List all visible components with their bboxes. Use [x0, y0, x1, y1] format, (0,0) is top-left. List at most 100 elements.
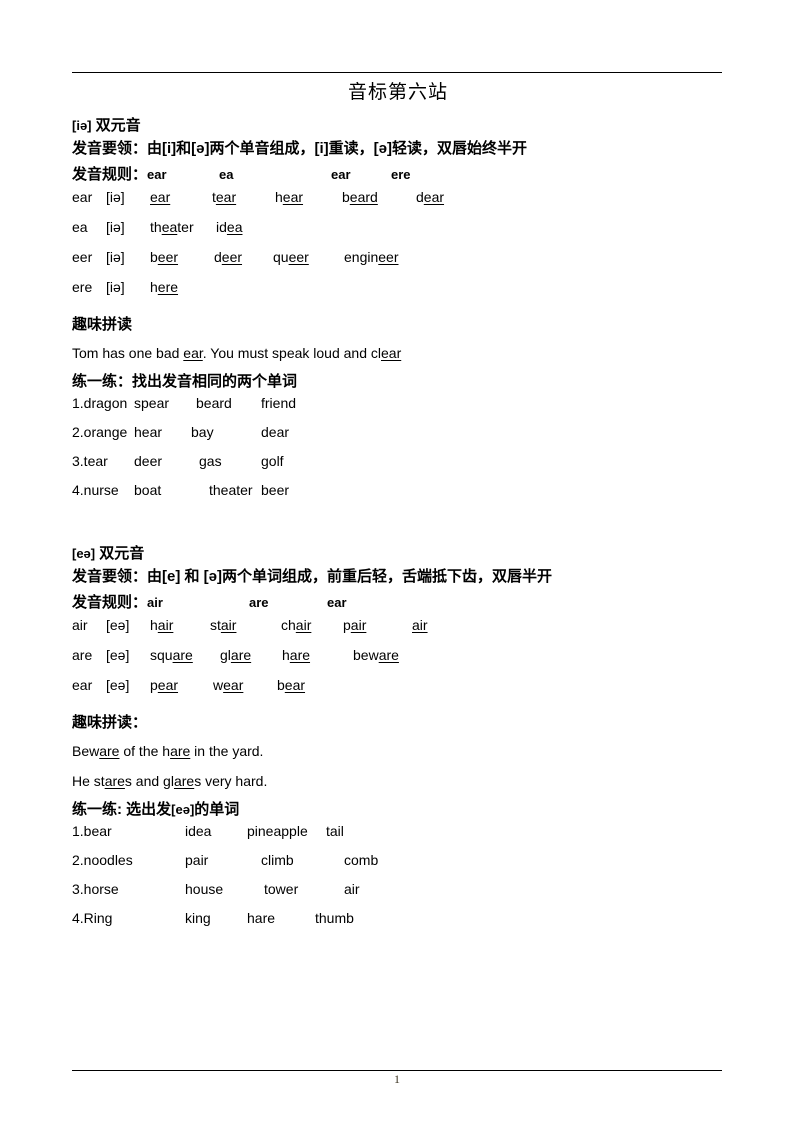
page-title: 音标第六站 [347, 82, 448, 103]
practice-option: air [344, 880, 360, 897]
practice-option: idea [185, 822, 212, 839]
vocab-word: bear [277, 676, 306, 693]
vocab-word: idea [216, 218, 243, 235]
key-points-text: 由[e] 和 [ə]两个单词组成，前重后轻，舌端抵下齿，双唇半开 [147, 567, 553, 585]
practice-option: dear [261, 423, 290, 440]
practice-option: house [185, 880, 224, 897]
fun-text: Beware of the hare in the yard. [72, 742, 264, 759]
practice-option: 3.tear [72, 452, 108, 469]
practice-option: beer [261, 481, 290, 498]
practice-option: climb [261, 851, 294, 868]
fun-text: He stares and glares very hard. [72, 772, 268, 789]
rule-column: ea [219, 167, 234, 183]
practice-option: tower [264, 880, 299, 897]
practice-option: deer [134, 452, 163, 469]
vocab-word: pair [343, 616, 367, 633]
practice-option: theater [209, 481, 253, 498]
vocab-word: beer [150, 248, 179, 265]
practice-row: 2.orange hear bay dear [72, 425, 724, 454]
practice-option: 1.bear [72, 822, 112, 839]
vocab-word: beard [342, 188, 378, 205]
vocab-word: beware [353, 646, 399, 663]
key-points-line: 发音要领：由[i]和[ə]两个单音组成，[i]重读，[ə]轻读，双唇始终半开 [72, 137, 724, 161]
practice-row: 2.noodles pair climb comb [72, 853, 724, 882]
word-row: ear [eə] pear wear bear [72, 678, 724, 708]
fun-reading-line: Beware of the hare in the yard. [72, 736, 724, 766]
word-row-key: are [72, 646, 93, 663]
word-row-ipa: [eə] [106, 616, 130, 633]
section-heading: [eə] 双元音 [72, 542, 724, 565]
word-row-ipa: [eə] [106, 676, 130, 693]
practice-option: golf [261, 452, 284, 469]
vocab-word: dear [416, 188, 445, 205]
word-row-key: air [72, 616, 88, 633]
practice-option: 2.noodles [72, 851, 133, 868]
rules-line: 发音规则： air are ear [72, 589, 724, 618]
rule-columns: ear ea ear ere [147, 163, 724, 188]
word-row: ere [iə] here [72, 280, 724, 310]
vocab-word: hare [282, 646, 311, 663]
word-row-key: ere [72, 278, 93, 295]
word-list: here [150, 280, 724, 294]
vocab-word: deer [214, 248, 243, 265]
practice-option: tail [326, 822, 344, 839]
vocab-word: hair [150, 616, 174, 633]
practice-heading: 练一练: 选出发[eə]的单词 [72, 796, 724, 824]
practice-option: beard [196, 394, 232, 411]
vocab-word: pear [150, 676, 179, 693]
practice-option: hear [134, 423, 163, 440]
practice-row: 4.Ring king hare thumb [72, 911, 724, 940]
rule-column: ear [147, 167, 167, 183]
practice-row: 1.bear idea pineapple tail [72, 824, 724, 853]
rule-column: air [147, 595, 163, 611]
vocab-word: ear [150, 188, 171, 205]
vocab-word: chair [281, 616, 312, 633]
vocab-word: queer [273, 248, 309, 265]
section-heading: [iə] 双元音 [72, 114, 724, 137]
word-row: eer [iə] beer deer queer engineer [72, 250, 724, 280]
vocab-word: stair [210, 616, 237, 633]
word-row-ipa: [iə] [106, 188, 125, 205]
word-row-ipa: [iə] [106, 248, 125, 265]
vocab-word: tear [212, 188, 237, 205]
fun-reading-heading: 趣味拼读 [72, 315, 133, 333]
word-row-key: ea [72, 218, 88, 235]
vocab-word: here [150, 278, 179, 295]
practice-option: 2.orange [72, 423, 128, 440]
vocab-word: air [412, 616, 428, 633]
key-points-text: 由[i]和[ə]两个单音组成，[i]重读，[ə]轻读，双唇始终半开 [147, 139, 527, 157]
section-ipa-symbol: [eə] [72, 545, 96, 561]
section-ia: [iə] 双元音 发音要领：由[i]和[ə]两个单音组成，[i]重读，[ə]轻读… [72, 114, 724, 512]
key-points-label: 发音要领： [72, 567, 148, 585]
practice-heading-pre: 练一练: 选出发 [72, 800, 172, 818]
rules-label: 发音规则： [72, 166, 148, 184]
word-row-key: eer [72, 248, 93, 265]
vocab-word: hear [275, 188, 304, 205]
practice-row: 3.tear deer gas golf [72, 454, 724, 483]
word-row: air [eə] hair stair chair pair air [72, 618, 724, 648]
section-heading-label: 双元音 [95, 544, 145, 562]
footer-divider [72, 1070, 722, 1071]
rule-column: are [249, 595, 269, 611]
practice-heading-post: 的单词 [194, 800, 240, 818]
word-row-ipa: [eə] [106, 646, 130, 663]
practice-option: 4.Ring [72, 909, 113, 926]
practice-option: pair [185, 851, 209, 868]
practice-option: friend [261, 394, 297, 411]
word-list: theater idea [150, 220, 724, 234]
word-row-ipa: [iə] [106, 218, 125, 235]
practice-heading: 练一练：找出发音相同的两个单词 [72, 372, 298, 390]
word-row: are [eə] square glare hare beware [72, 648, 724, 678]
vocab-word: glare [220, 646, 252, 663]
word-row-key: ear [72, 676, 93, 693]
rules-line: 发音规则： ear ea ear ere [72, 161, 724, 190]
rule-columns: air are ear [147, 591, 724, 616]
vocab-word: theater [150, 218, 194, 235]
practice-option: 3.horse [72, 880, 119, 897]
fun-reading-line: Tom has one bad ear. You must speak loud… [72, 338, 724, 368]
word-row-key: ear [72, 188, 93, 205]
key-points-line: 发音要领：由[e] 和 [ə]两个单词组成，前重后轻，舌端抵下齿，双唇半开 [72, 565, 724, 589]
practice-option: 1.dragon [72, 394, 128, 411]
practice-option: spear [134, 394, 170, 411]
